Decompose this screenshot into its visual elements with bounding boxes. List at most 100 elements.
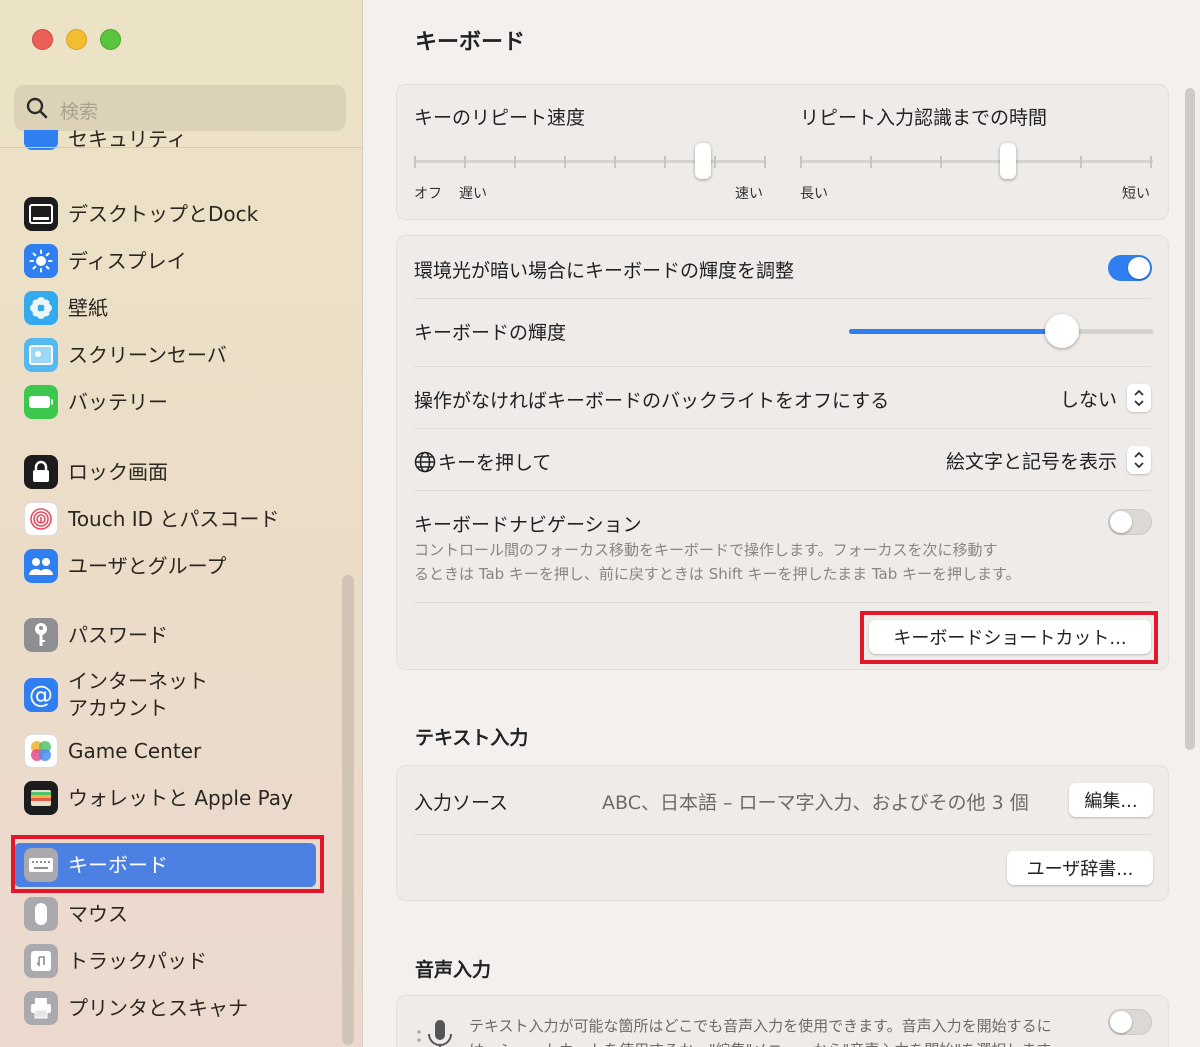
brightness-slider[interactable] [849, 312, 1153, 348]
speed-slow-label: 遅い [459, 186, 487, 202]
brightness-knob[interactable] [1044, 314, 1079, 348]
repeat-speed-knob[interactable] [694, 143, 711, 179]
globe-value: 絵文字と記号を表示 [945, 450, 1117, 473]
sidebar-item-label: バッテリー [68, 389, 168, 414]
backlight-value: しない [1059, 388, 1117, 411]
sidebar-divider [0, 147, 362, 148]
nav-label: キーボードナビゲーション [414, 514, 642, 536]
brightness-fill [849, 329, 1062, 334]
sidebar-item-mouse[interactable]: マウス [24, 894, 128, 934]
globe-popup[interactable]: 絵文字と記号を表示 [946, 445, 1151, 475]
repeat-delay-label: リピート入力認識までの時間 [800, 107, 1048, 129]
ambient-label: 環境光が暗い場合にキーボードの輝度を調整 [414, 260, 795, 282]
sidebar-item-label: Touch ID とパスコード [68, 506, 280, 531]
dictation-description-1: テキスト入力が可能な箇所はどこでも音声入力を使用できます。音声入力を開始するに [469, 1017, 1052, 1035]
sidebar-item-touch-id[interactable]: Touch ID とパスコード [24, 499, 279, 539]
row-divider [414, 834, 1151, 835]
sidebar-item-battery[interactable]: バッテリー [24, 382, 168, 422]
keyboard-navigation-toggle[interactable] [1108, 509, 1152, 535]
mouse-icon [24, 897, 58, 931]
sidebar-item-wallet[interactable]: ウォレットと Apple Pay [24, 778, 293, 818]
repeat-delay-slider[interactable] [800, 143, 1153, 183]
sidebar-item-printers[interactable]: プリンタとスキャナ [24, 988, 248, 1028]
sidebar-item-label: プリンタとスキャナ [68, 995, 248, 1020]
text-input-heading: テキスト入力 [415, 727, 529, 749]
globe-row: キーを押して [414, 448, 551, 475]
sidebar-item-keyboard[interactable]: キーボード [14, 843, 316, 887]
users-icon [24, 549, 58, 583]
sidebar-scrollbar[interactable] [342, 575, 354, 1045]
display-icon [24, 244, 58, 278]
keyboard-shortcuts-button[interactable]: キーボードショートカット... [869, 620, 1151, 654]
sidebar-item-trackpad[interactable]: トラックパッド [24, 941, 207, 981]
speed-fast-label: 速い [735, 186, 763, 202]
main-scrollbar[interactable] [1185, 88, 1195, 750]
repeat-delay-knob[interactable] [1000, 143, 1017, 179]
sidebar-item-lock-screen[interactable]: ロック画面 [24, 452, 168, 492]
sidebar-item-label-line2: アカウント [68, 696, 168, 720]
globe-icon [414, 451, 436, 473]
row-divider [414, 490, 1151, 491]
nav-description-2: るときは Tab キーを押し、前に戻すときは Shift キーを押したまま Ta… [414, 565, 1021, 583]
dictation-card: テキスト入力が可能な箇所はどこでも音声入力を使用できます。音声入力を開始するに … [396, 995, 1169, 1047]
row-divider [414, 602, 1151, 603]
keyboard-settings-card: 環境光が暗い場合にキーボードの輝度を調整 キーボードの輝度 操作がなければキーボ… [396, 235, 1169, 670]
fingerprint-icon [24, 502, 58, 536]
sidebar-item-label: ユーザとグループ [68, 553, 227, 578]
sidebar-item-security[interactable]: セキュリティ [24, 130, 187, 158]
nav-description-1: コントロール間のフォーカス移動をキーボードで操作します。フォーカスを次に移動す [414, 541, 998, 559]
repeat-speed-slider[interactable] [414, 143, 766, 183]
delay-short-label: 短い [1122, 186, 1150, 202]
sidebar-item-label: 壁紙 [68, 295, 108, 320]
sidebar-item-label: ウォレットと Apple Pay [68, 785, 293, 810]
gamecenter-icon [24, 734, 58, 768]
sidebar: 検索 セキュリティ デスクトップとDock ディスプレイ 壁紙 スクリーンセーバ… [0, 0, 363, 1047]
row-divider [414, 428, 1151, 429]
dictation-toggle[interactable] [1108, 1009, 1152, 1035]
close-button[interactable] [32, 29, 53, 50]
sidebar-item-game-center[interactable]: Game Center [24, 731, 201, 771]
user-dictionary-button[interactable]: ユーザ辞書... [1007, 851, 1153, 885]
main-pane: キーボード キーのリピート速度 リピート入力認識までの時間 オフ 遅い 速い 長… [363, 0, 1200, 1047]
sidebar-item-label: マウス [68, 901, 128, 926]
sidebar-item-label: デスクトップとDock [68, 201, 259, 226]
ambient-toggle[interactable] [1108, 255, 1152, 281]
text-input-card: 入力ソース ABC、日本語 – ローマ字入力、およびその他 3 個 編集... … [396, 765, 1169, 901]
updown-chevron-icon [1127, 446, 1151, 474]
wallet-icon [24, 781, 58, 815]
input-source-label: 入力ソース [414, 792, 509, 814]
sidebar-item-label: Game Center [68, 738, 202, 763]
dictation-heading: 音声入力 [415, 959, 492, 981]
dock-icon [24, 197, 58, 231]
sidebar-item-label: キーボード [68, 852, 168, 877]
search-field[interactable]: 検索 [14, 85, 346, 131]
key-icon [24, 618, 58, 652]
search-icon [26, 97, 48, 123]
zoom-button[interactable] [100, 29, 121, 50]
minimize-button[interactable] [66, 29, 87, 50]
sidebar-item-label: トラックパッド [68, 948, 207, 973]
speed-off-label: オフ [414, 186, 442, 202]
backlight-popup[interactable]: しない [1060, 383, 1151, 413]
delay-long-label: 長い [800, 186, 828, 202]
dictation-description-2: は、ショートカットを使用するか、"編集"メニューから"音声入力を開始"を選択しま… [469, 1038, 1065, 1047]
sidebar-item-internet-accounts[interactable]: @ インターネット アカウント [24, 667, 208, 723]
sidebar-item-passwords[interactable]: パスワード [24, 615, 168, 655]
page-title: キーボード [415, 30, 526, 55]
sidebar-item-screensaver[interactable]: スクリーンセーバ [24, 335, 227, 375]
updown-chevron-icon [1127, 384, 1151, 412]
backlight-label: 操作がなければキーボードのバックライトをオフにする [414, 390, 890, 412]
sidebar-item-display[interactable]: ディスプレイ [24, 241, 187, 281]
keyboard-icon [24, 848, 58, 882]
sidebar-item-users-groups[interactable]: ユーザとグループ [24, 546, 226, 586]
sidebar-item-label: ロック画面 [68, 459, 168, 484]
brightness-label: キーボードの輝度 [414, 322, 567, 344]
row-divider [414, 366, 1151, 367]
at-icon: @ [24, 678, 58, 712]
edit-button[interactable]: 編集... [1069, 783, 1153, 817]
sidebar-item-wallpaper[interactable]: 壁紙 [24, 288, 108, 328]
row-divider [414, 298, 1151, 299]
lock-icon [24, 455, 58, 489]
input-source-value: ABC、日本語 – ローマ字入力、およびその他 3 個 [602, 792, 1029, 814]
sidebar-item-desktop-dock[interactable]: デスクトップとDock [24, 194, 258, 234]
